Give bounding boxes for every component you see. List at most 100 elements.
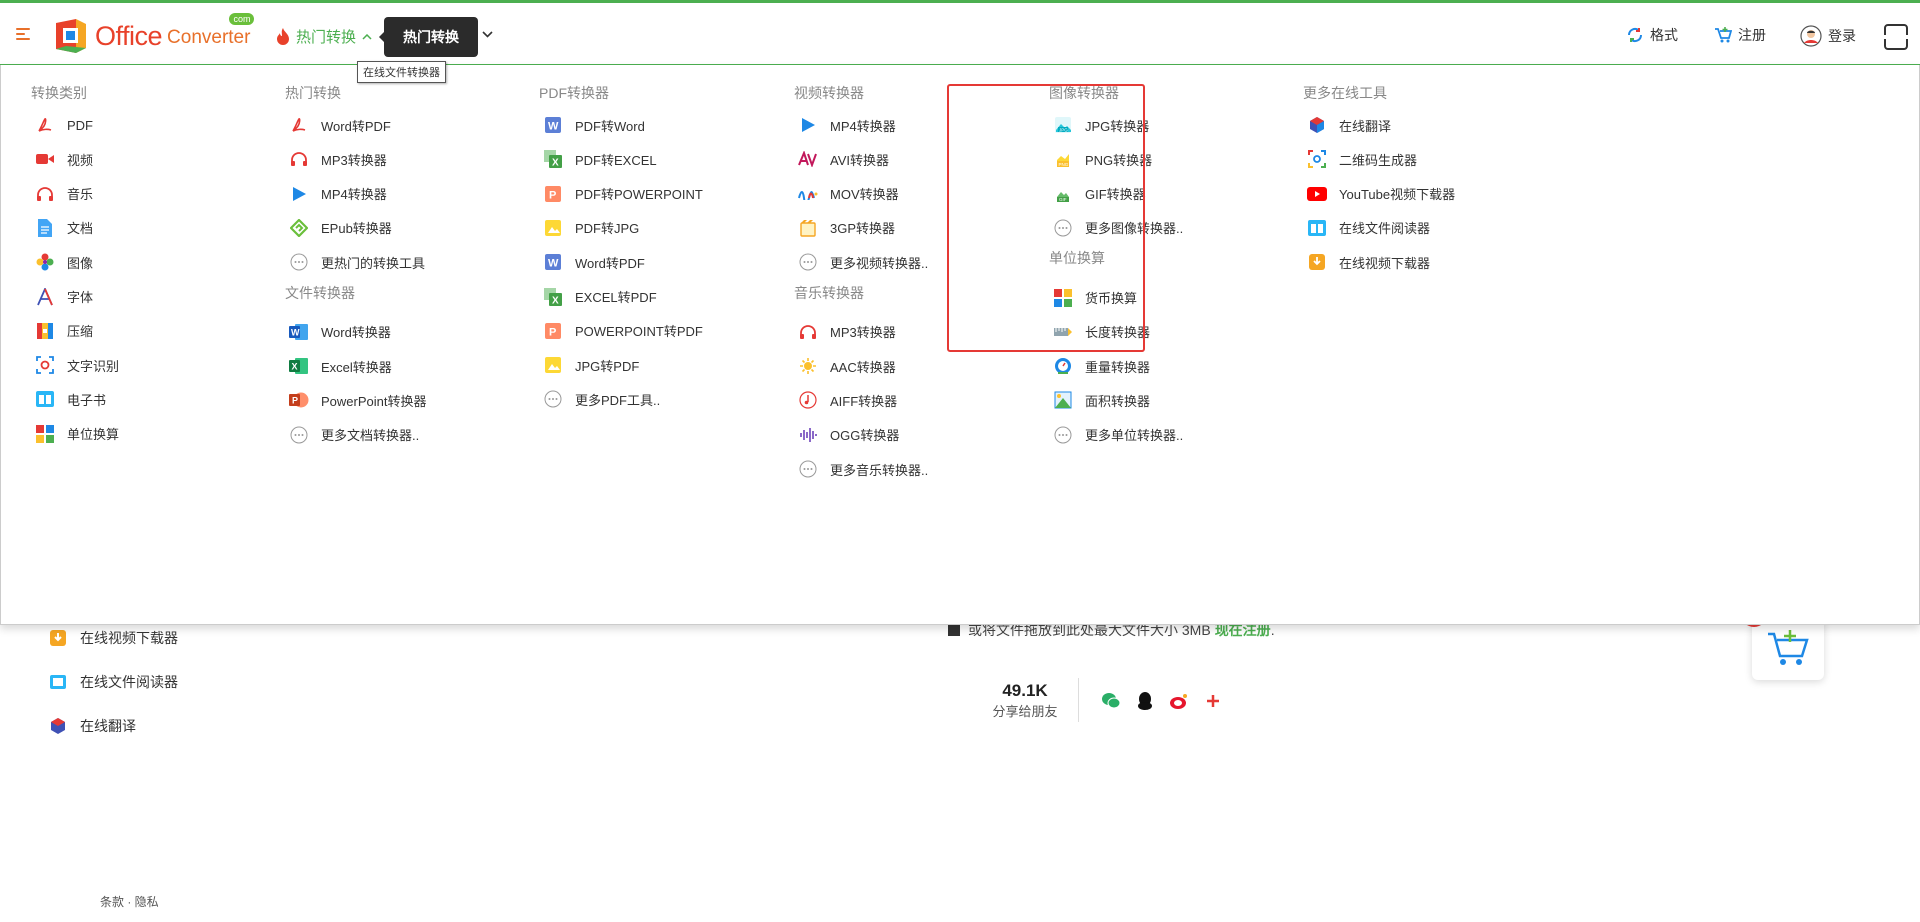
- menu-item-label: 3GP转换器: [830, 221, 896, 237]
- menu-item-label: PDF转JPG: [575, 221, 640, 237]
- menu-item[interactable]: 长度转换器: [1053, 322, 1150, 342]
- menu-item[interactable]: GIF GIF转换器: [1053, 184, 1146, 204]
- menu-item[interactable]: 面积转换器: [1053, 390, 1150, 410]
- logo-com-badge: com: [229, 12, 255, 25]
- hamburger-menu-icon[interactable]: [16, 28, 32, 42]
- menu-item-label: EXCEL转PDF: [575, 290, 657, 305]
- more-icon: [289, 425, 309, 445]
- menu-item[interactable]: AVI转换器: [798, 149, 889, 169]
- download-icon: [1307, 252, 1327, 272]
- menu-item[interactable]: 更多PDF工具..: [543, 389, 660, 409]
- svg-text:X: X: [552, 295, 559, 306]
- svg-text:W: W: [548, 258, 559, 270]
- svg-text:PNG: PNG: [1059, 162, 1069, 167]
- menu-item[interactable]: P PDF转POWERPOINT: [543, 184, 703, 204]
- menu-item[interactable]: 更热门的转换工具: [289, 252, 425, 272]
- menu-item[interactable]: 字体: [35, 287, 93, 307]
- menu-item-label: MP4转换器: [830, 118, 896, 134]
- menu-item[interactable]: MP3转换器: [798, 322, 896, 342]
- menu-item-label: 文档: [67, 221, 94, 237]
- menu-item[interactable]: Word转PDF: [289, 115, 391, 135]
- login-label: 登录: [1828, 28, 1856, 44]
- menu-item[interactable]: PDF转JPG: [543, 218, 639, 238]
- menu-item[interactable]: MP4转换器: [798, 115, 896, 135]
- menu-item[interactable]: 更多图像转换器..: [1053, 218, 1183, 238]
- login-link[interactable]: 登录: [1800, 25, 1856, 47]
- menu-item[interactable]: X PDF转EXCEL: [543, 149, 657, 169]
- fullscreen-icon[interactable]: [1882, 24, 1910, 50]
- footer-links[interactable]: 条款 · 隐私: [100, 893, 159, 910]
- menu-item[interactable]: 压缩: [35, 321, 93, 341]
- menu-item[interactable]: X Excel转换器: [289, 356, 392, 376]
- menu-column-title: 转换类别: [31, 85, 87, 101]
- menu-item[interactable]: OGG转换器: [798, 425, 899, 445]
- menu-item[interactable]: P PowerPoint转换器: [289, 390, 426, 410]
- menu-item[interactable]: PDF: [35, 115, 93, 135]
- svg-text:X: X: [552, 158, 559, 169]
- menu-item[interactable]: 文档: [35, 218, 93, 238]
- menu-item[interactable]: YouTube视频下载器: [1307, 184, 1455, 204]
- menu-item[interactable]: 更多文档转换器..: [289, 425, 419, 445]
- aac-icon: [798, 356, 818, 376]
- menu-item[interactable]: 在线翻译: [1307, 115, 1391, 135]
- menu-item-label: 更多PDF工具..: [575, 392, 661, 408]
- word-icon: W: [289, 322, 309, 342]
- menu-item[interactable]: W Word转PDF: [543, 252, 645, 272]
- ppt-doc-icon: P: [543, 321, 563, 341]
- menu-item[interactable]: 单位换算: [35, 424, 119, 444]
- menu-item[interactable]: 音乐: [35, 184, 93, 204]
- qq-icon[interactable]: [1134, 690, 1156, 712]
- more-icon: [798, 252, 818, 272]
- side-item-label: 在线视频下载器: [80, 630, 178, 646]
- menu-item-label: 视频: [67, 152, 94, 168]
- youtube-icon: [1307, 184, 1327, 204]
- menu-item-label: POWERPOINT转PDF: [575, 324, 703, 340]
- plus-icon[interactable]: [1202, 690, 1224, 712]
- menu-item[interactable]: 二维码生成器: [1307, 149, 1417, 169]
- menu-item[interactable]: AIFF转换器: [798, 390, 897, 410]
- menu-item[interactable]: W Word转换器: [289, 322, 391, 342]
- menu-item[interactable]: W PDF转Word: [543, 115, 645, 135]
- format-link[interactable]: 格式: [1626, 25, 1678, 45]
- side-item-file-reader[interactable]: 在线文件阅读器: [48, 672, 178, 692]
- menu-item[interactable]: JPG转PDF: [543, 355, 639, 375]
- menu-item-label: 二维码生成器: [1339, 152, 1418, 168]
- menu-item[interactable]: 视频: [35, 149, 93, 169]
- menu-item[interactable]: MP3转换器: [289, 149, 387, 169]
- register-link[interactable]: 注册: [1714, 25, 1766, 45]
- svg-text:W: W: [548, 121, 559, 133]
- menu-item[interactable]: 货币换算: [1053, 288, 1137, 308]
- fire-icon: [277, 28, 289, 45]
- logo-converter: Converter: [167, 26, 251, 48]
- menu-item[interactable]: 更多单位转换器..: [1053, 425, 1183, 445]
- menu-item[interactable]: JPG JPG转换器: [1053, 115, 1149, 135]
- menu-item[interactable]: EPub转换器: [289, 218, 392, 238]
- menu-item[interactable]: PNG PNG转换器: [1053, 149, 1152, 169]
- site-logo[interactable]: Office Converter com: [52, 12, 255, 56]
- nav-hot-conversions[interactable]: 热门转换: [276, 26, 372, 47]
- menu-item[interactable]: 在线文件阅读器: [1307, 218, 1430, 238]
- menu-item[interactable]: AAC转换器: [798, 356, 896, 376]
- menu-item[interactable]: 3GP转换器: [798, 218, 895, 238]
- menu-item[interactable]: 文字识别: [35, 355, 119, 375]
- menu-item[interactable]: 更多音乐转换器..: [798, 459, 928, 479]
- side-item-video-downloader[interactable]: 在线视频下载器: [48, 628, 178, 648]
- menu-item-label: Word转换器: [321, 325, 391, 341]
- menu-item[interactable]: P POWERPOINT转PDF: [543, 321, 703, 341]
- menu-item[interactable]: X EXCEL转PDF: [543, 287, 657, 307]
- menu-item[interactable]: 图像: [35, 252, 93, 272]
- menu-item[interactable]: 在线视频下载器: [1307, 252, 1430, 272]
- menu-item-label: AVI转换器: [830, 152, 889, 168]
- side-item-translate[interactable]: 在线翻译: [48, 716, 136, 736]
- menu-column-title: 更多在线工具: [1303, 85, 1387, 101]
- svg-text:P: P: [549, 189, 556, 201]
- menu-item[interactable]: MOV转换器: [798, 184, 899, 204]
- menu-item[interactable]: 重量转换器: [1053, 356, 1150, 376]
- menu-item[interactable]: 更多视频转换器..: [798, 252, 928, 272]
- weibo-icon[interactable]: [1168, 690, 1190, 712]
- waveform-icon: [798, 425, 818, 445]
- menu-item[interactable]: 电子书: [35, 389, 106, 409]
- wechat-icon[interactable]: [1100, 690, 1122, 712]
- menu-item-label: 在线文件阅读器: [1339, 221, 1431, 237]
- menu-item[interactable]: MP4转换器: [289, 184, 387, 204]
